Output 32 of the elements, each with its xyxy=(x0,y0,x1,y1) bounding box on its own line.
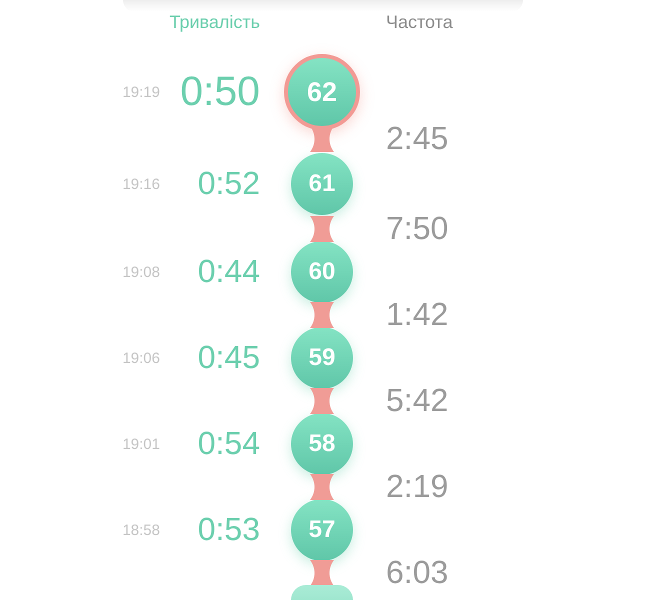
start-time: 18:58 xyxy=(122,522,160,538)
contraction-number-circle: 60 xyxy=(291,241,353,303)
frequency-value: 2:45 xyxy=(386,121,448,157)
connector-line xyxy=(310,388,334,414)
contraction-number-circle: 57 xyxy=(291,499,353,561)
frequency-value: 5:42 xyxy=(386,383,448,419)
connector-line xyxy=(310,126,334,152)
duration-value: 0:52 xyxy=(198,166,260,202)
start-time: 19:19 xyxy=(122,84,160,100)
connector-line xyxy=(310,302,334,328)
contraction-number-circle: 61 xyxy=(291,153,353,215)
start-time: 19:01 xyxy=(122,436,160,452)
duration-value: 0:54 xyxy=(198,426,260,462)
connector-line xyxy=(310,216,334,242)
start-time: 19:08 xyxy=(122,264,160,280)
frequency-value: 6:03 xyxy=(386,555,448,591)
frequency-value: 2:19 xyxy=(386,469,448,505)
frequency-header: Частота xyxy=(386,12,453,33)
connector-line xyxy=(310,560,334,586)
contraction-number-circle: 58 xyxy=(291,413,353,475)
duration-header: Тривалість xyxy=(169,12,260,33)
contraction-number-circle: 59 xyxy=(291,327,353,389)
start-time: 19:16 xyxy=(122,176,160,192)
contraction-number-circle: 62 xyxy=(284,54,360,130)
duration-value: 0:44 xyxy=(198,254,260,290)
frequency-value: 7:50 xyxy=(386,211,448,247)
duration-value: 0:53 xyxy=(198,512,260,548)
connector-line xyxy=(310,474,334,500)
frequency-value: 1:42 xyxy=(386,297,448,333)
duration-value: 0:50 xyxy=(180,69,260,115)
start-time: 19:06 xyxy=(122,350,160,366)
duration-value: 0:45 xyxy=(198,340,260,376)
